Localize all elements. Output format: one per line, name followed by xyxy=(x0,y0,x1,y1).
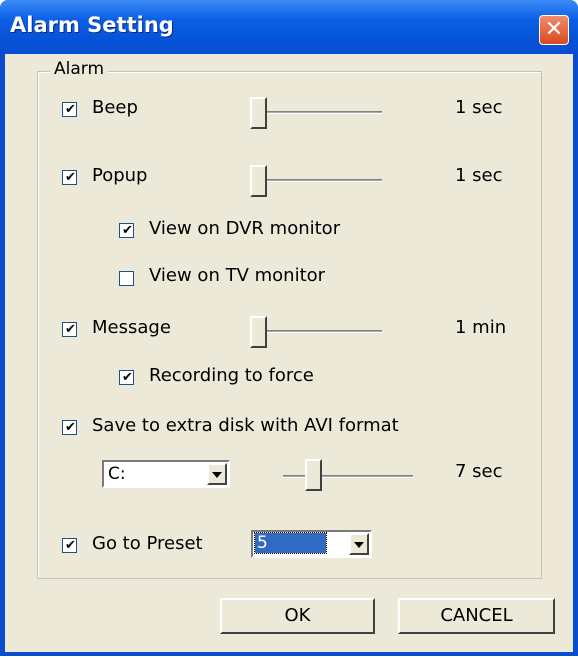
beep-label: Beep xyxy=(92,97,138,118)
ok-button[interactable]: OK xyxy=(220,598,375,634)
recording-label: Recording to force xyxy=(149,365,314,386)
beep-slider-track[interactable] xyxy=(252,111,382,114)
check-mark-icon: ✔ xyxy=(65,538,76,553)
message-value: 1 min xyxy=(455,317,507,338)
check-mark-icon: ✔ xyxy=(65,170,76,185)
title-bar[interactable]: Alarm Setting ✕ xyxy=(0,0,578,56)
check-mark-icon: ✔ xyxy=(65,420,76,435)
avi-slider-thumb[interactable] xyxy=(305,459,322,491)
alarm-group-title: Alarm xyxy=(50,59,109,79)
view-tv-checkbox[interactable] xyxy=(119,271,134,286)
view-tv-label: View on TV monitor xyxy=(149,265,326,286)
preset-checkbox[interactable]: ✔ xyxy=(62,538,77,553)
preset-select-value: 5 xyxy=(254,532,327,554)
message-slider-thumb[interactable] xyxy=(250,316,267,348)
close-button[interactable]: ✕ xyxy=(539,15,569,45)
message-slider-track[interactable] xyxy=(252,330,382,333)
check-mark-icon: ✔ xyxy=(122,370,133,385)
popup-checkbox[interactable]: ✔ xyxy=(62,170,77,185)
popup-label: Popup xyxy=(92,165,148,186)
popup-value: 1 sec xyxy=(455,165,503,186)
preset-select[interactable]: 5 xyxy=(251,530,372,558)
popup-slider-track[interactable] xyxy=(252,179,382,182)
save-avi-label: Save to extra disk with AVI format xyxy=(92,415,399,436)
window-title: Alarm Setting xyxy=(10,13,174,37)
drive-select-value: C: xyxy=(108,464,126,484)
check-mark-icon: ✔ xyxy=(122,223,133,238)
view-dvr-checkbox[interactable]: ✔ xyxy=(119,223,134,238)
popup-slider-thumb[interactable] xyxy=(250,165,267,197)
drive-select[interactable]: C: xyxy=(102,460,230,488)
message-label: Message xyxy=(92,317,171,338)
preset-label: Go to Preset xyxy=(92,533,203,554)
avi-value: 7 sec xyxy=(455,461,503,482)
avi-slider-track[interactable] xyxy=(283,475,413,478)
beep-slider-thumb[interactable] xyxy=(250,97,267,129)
cancel-button[interactable]: CANCEL xyxy=(398,598,555,634)
check-mark-icon: ✔ xyxy=(65,322,76,337)
message-checkbox[interactable]: ✔ xyxy=(62,322,77,337)
chevron-down-icon[interactable] xyxy=(207,463,227,485)
save-avi-checkbox[interactable]: ✔ xyxy=(62,420,77,435)
check-mark-icon: ✔ xyxy=(65,102,76,117)
view-dvr-label: View on DVR monitor xyxy=(149,218,341,239)
recording-checkbox[interactable]: ✔ xyxy=(119,370,134,385)
chevron-down-icon[interactable] xyxy=(349,533,369,555)
close-icon: ✕ xyxy=(544,17,564,42)
beep-checkbox[interactable]: ✔ xyxy=(62,102,77,117)
beep-value: 1 sec xyxy=(455,97,503,118)
